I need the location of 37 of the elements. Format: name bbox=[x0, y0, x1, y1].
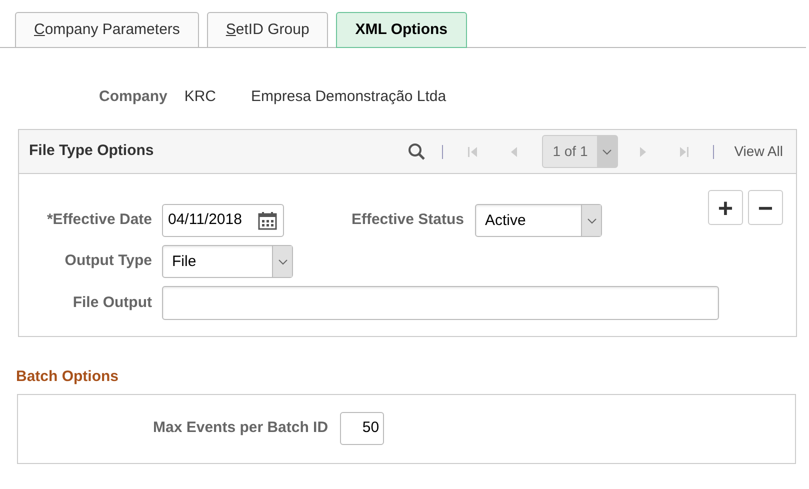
tab[interactable]: Company Parameters bbox=[15, 12, 199, 48]
previous-icon[interactable] bbox=[510, 146, 518, 158]
effective-date-field[interactable]: 04/11/2018 bbox=[162, 204, 284, 237]
effective-status-select[interactable]: Active bbox=[475, 204, 602, 237]
company-label: Company bbox=[99, 86, 168, 107]
date-value: 04/11/2018 bbox=[168, 210, 243, 230]
company-code: KRC bbox=[184, 86, 216, 107]
first-page-icon[interactable] bbox=[468, 146, 478, 158]
file-output-label: File Output bbox=[72, 292, 152, 313]
next-icon[interactable] bbox=[639, 146, 648, 158]
select-value: Active bbox=[484, 211, 527, 231]
search-icon[interactable] bbox=[408, 143, 426, 160]
page-selector[interactable]: 1 of 1 bbox=[542, 135, 618, 168]
max-events-label: Max Events per Batch ID bbox=[153, 418, 328, 438]
last-page-icon[interactable] bbox=[679, 146, 690, 158]
select-value: File bbox=[171, 252, 198, 272]
tab[interactable]: XML Options bbox=[336, 12, 467, 48]
chevron-down-icon bbox=[278, 258, 288, 264]
output-type-label: Output Type bbox=[64, 251, 152, 272]
panel-title: File Type Options bbox=[29, 141, 154, 162]
chevron-down-icon bbox=[602, 148, 612, 154]
dropdown-toggle[interactable] bbox=[272, 246, 292, 277]
file-output-field[interactable] bbox=[162, 286, 719, 320]
add-row-button[interactable]: + bbox=[708, 190, 743, 225]
company-name: Empresa Demonstração Ltda bbox=[251, 86, 446, 107]
batch-options-title: Batch Options bbox=[16, 367, 119, 387]
effective-date-label: *Effective Date bbox=[46, 210, 152, 230]
calendar-icon[interactable] bbox=[258, 212, 277, 230]
output-type-select[interactable]: File bbox=[162, 245, 293, 278]
max-events-field[interactable]: 50 bbox=[340, 412, 384, 445]
effective-status-label: Effective Status bbox=[350, 210, 464, 230]
page-indicator: 1 of 1 bbox=[552, 142, 589, 161]
delete-row-button[interactable]: − bbox=[748, 190, 783, 225]
tab[interactable]: SetID Group bbox=[206, 12, 328, 48]
chevron-down-icon bbox=[586, 218, 596, 224]
dropdown-toggle[interactable] bbox=[581, 205, 601, 236]
view-all-link[interactable]: View All bbox=[734, 141, 783, 162]
